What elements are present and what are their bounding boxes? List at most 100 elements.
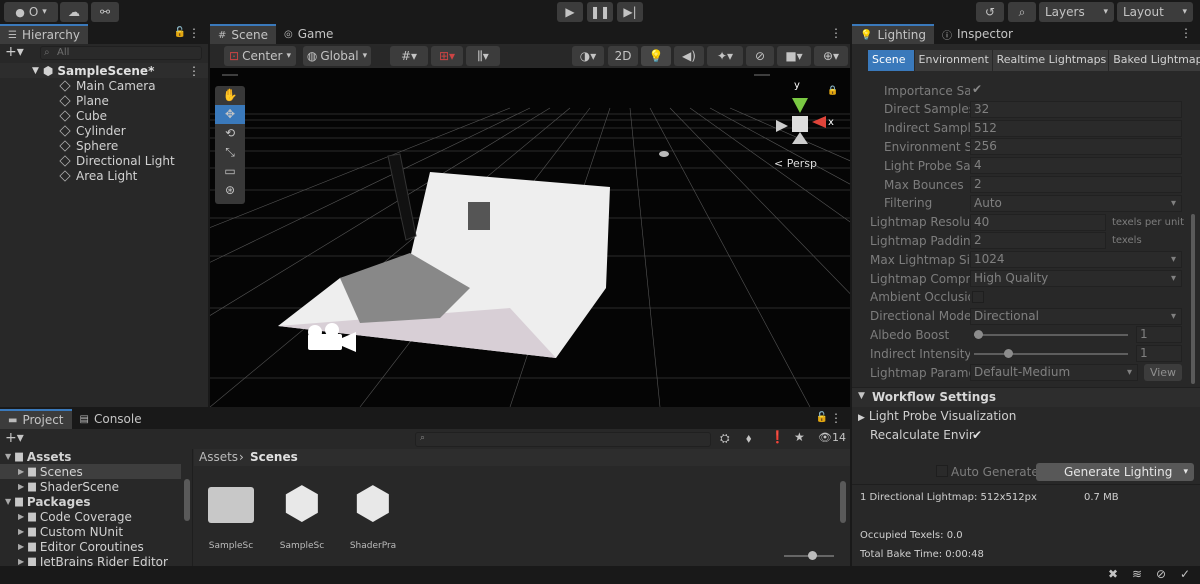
transform-tool-icon[interactable]: ⊛ <box>215 181 245 200</box>
collab-button[interactable]: ⚯ <box>91 2 119 22</box>
more-icon[interactable]: ⋮ <box>830 26 842 40</box>
hierarchy-item[interactable]: Cylinder <box>0 123 126 138</box>
layout-dropdown[interactable]: Layout ▾ <box>1117 2 1193 22</box>
search-input[interactable]: ⌕ All <box>40 46 202 60</box>
collapsed-arrow-icon[interactable]: ▶ <box>18 467 24 476</box>
more-icon[interactable]: ⋮ <box>830 411 842 425</box>
space-dropdown[interactable]: ◍ Global ▾ <box>303 46 371 66</box>
lighting-toggle[interactable]: 💡 <box>641 46 671 66</box>
lock-icon[interactable]: 🔒 <box>827 85 838 96</box>
tab-inspector[interactable]: ⓘ Inspector <box>934 24 1021 44</box>
tab-hierarchy[interactable]: ☰ Hierarchy <box>0 24 88 44</box>
search-button[interactable]: ⌕ <box>1008 2 1036 22</box>
scale-tool-icon[interactable]: ⤡ <box>215 143 245 162</box>
tab-lighting[interactable]: 💡 Lighting <box>852 24 934 44</box>
sphere-object[interactable] <box>659 151 669 157</box>
collapsed-arrow-icon[interactable]: ▶ <box>18 512 24 521</box>
tab-project[interactable]: ▬ Project <box>0 409 72 429</box>
move-tool-icon[interactable]: ✥ <box>215 105 245 124</box>
setting-value[interactable]: 1 <box>1136 345 1182 363</box>
breadcrumb-current[interactable]: Scenes <box>250 450 298 464</box>
eye-icon[interactable]: 👁14 <box>818 431 846 444</box>
subtab-environment[interactable]: Environment <box>914 50 992 71</box>
subtab-baked-lightmaps[interactable]: Baked Lightmaps <box>1109 50 1200 71</box>
lock-icon[interactable]: 🔓 <box>816 412 828 423</box>
setting-checkbox[interactable] <box>972 290 984 303</box>
cube-object[interactable] <box>468 202 490 230</box>
tab-game[interactable]: ◎ Game <box>276 24 341 44</box>
scene-viewport[interactable]: y x < Persp 🔒 <box>210 68 850 407</box>
project-tree-item[interactable]: ▼ ▆ Packages <box>0 494 181 509</box>
hierarchy-item[interactable]: Cube <box>0 108 107 123</box>
setting-dropdown[interactable]: Auto <box>970 194 1182 212</box>
filter-label-icon[interactable]: ⬧ <box>746 431 751 446</box>
workflow-header[interactable]: ▼ Workflow Settings <box>852 387 1200 407</box>
hidden-toggle[interactable]: ⊘ <box>746 46 774 66</box>
toggle-2d-button[interactable]: 2D <box>608 46 638 66</box>
pivot-dropdown[interactable]: ⊡ Center ▾ <box>224 46 296 66</box>
setting-value[interactable]: 2 <box>970 176 1182 193</box>
camera-button[interactable]: ■▾ <box>777 46 811 66</box>
project-tree-item[interactable]: ▼ ▆ Assets <box>0 449 181 464</box>
lock-icon[interactable]: 🔓 <box>174 27 186 38</box>
align-button[interactable]: ⫼▾ <box>466 46 500 66</box>
slider-knob[interactable] <box>1004 349 1013 359</box>
collapsed-arrow-icon[interactable]: ▶ <box>18 557 24 566</box>
cloud-button[interactable]: ☁ <box>60 2 88 22</box>
add-icon[interactable]: +▾ <box>5 44 24 60</box>
gizmos-button[interactable]: ⊕▾ <box>814 46 848 66</box>
hierarchy-item[interactable]: Directional Light <box>0 153 175 168</box>
history-button[interactable]: ↺ <box>976 2 1004 22</box>
hierarchy-item[interactable]: Plane <box>0 93 109 108</box>
warning-icon[interactable]: ❗ <box>770 430 785 444</box>
asset-item[interactable]: ⬢ ShaderPra <box>342 477 404 553</box>
zoom-slider[interactable] <box>784 551 834 560</box>
filter-type-icon[interactable]: ⛭ <box>720 431 730 446</box>
setting-value[interactable]: 512 <box>970 119 1182 137</box>
assets-scrollbar[interactable] <box>840 481 846 523</box>
grid-snap-button[interactable]: #▾ <box>390 46 428 66</box>
setting-slider[interactable] <box>974 349 1128 359</box>
expand-arrow-icon[interactable]: ▼ <box>5 497 11 506</box>
setting-dropdown[interactable]: Directional <box>970 307 1182 325</box>
layers-dropdown[interactable]: Layers ▾ <box>1039 2 1114 22</box>
scene-root-row[interactable]: ▼ ⬢ SampleScene* ⋮ <box>0 63 208 78</box>
setting-dropdown[interactable]: 1024 <box>970 251 1182 269</box>
project-search-input[interactable]: ⌕ <box>415 432 711 447</box>
hierarchy-item[interactable]: Area Light <box>0 168 137 183</box>
subtab-scene[interactable]: Scene <box>868 50 914 71</box>
setting-value[interactable]: 40 <box>970 213 1106 231</box>
scrollbar[interactable] <box>1191 214 1195 384</box>
lighting-bake-icon[interactable]: ⊘ <box>1156 567 1166 581</box>
light-probe-visualization[interactable]: ▶ Light Probe Visualization <box>858 409 1016 423</box>
more-icon[interactable]: ⋮ <box>1180 26 1192 40</box>
effects-button[interactable]: ✦▾ <box>707 46 743 66</box>
debug-icon[interactable]: ✖ <box>1108 567 1118 581</box>
tab-console[interactable]: ▤ Console <box>72 409 150 429</box>
subtab-realtime-lightmaps[interactable]: Realtime Lightmaps <box>992 50 1109 71</box>
add-icon[interactable]: +▾ <box>5 430 24 446</box>
view-button[interactable]: View <box>1144 364 1182 381</box>
zoom-slider-knob[interactable] <box>808 551 817 560</box>
setting-value[interactable]: 4 <box>970 157 1182 175</box>
setting-value[interactable]: 32 <box>970 100 1182 118</box>
more-icon[interactable]: ⋮ <box>188 64 200 78</box>
more-icon[interactable]: ⋮ <box>188 26 200 40</box>
asset-item[interactable]: SampleSc <box>200 477 262 553</box>
tree-scrollbar[interactable] <box>184 479 190 521</box>
setting-dropdown[interactable]: High Quality <box>970 270 1182 287</box>
play-button[interactable]: ▶ <box>557 2 583 22</box>
rotate-tool-icon[interactable]: ⟲ <box>215 124 245 143</box>
pause-button[interactable]: ❚❚ <box>587 2 613 22</box>
step-button[interactable]: ▶| <box>617 2 643 22</box>
project-tree-item[interactable]: ▶ ▆ Editor Coroutines <box>0 539 181 554</box>
asset-item[interactable]: ⬢ SampleSc <box>271 477 333 553</box>
setting-value[interactable]: 1 <box>1136 326 1182 344</box>
audio-toggle[interactable]: ◀) <box>674 46 704 66</box>
setting-checkbox[interactable]: ✔ <box>972 82 982 96</box>
stack-icon[interactable]: ≋ <box>1132 567 1142 581</box>
expand-arrow-icon[interactable]: ▼ <box>5 452 11 461</box>
auto-generate-checkbox[interactable] <box>936 465 948 477</box>
breadcrumb-root[interactable]: Assets <box>199 450 238 464</box>
project-tree-item[interactable]: ▶ ▆ ShaderScene <box>0 479 181 494</box>
